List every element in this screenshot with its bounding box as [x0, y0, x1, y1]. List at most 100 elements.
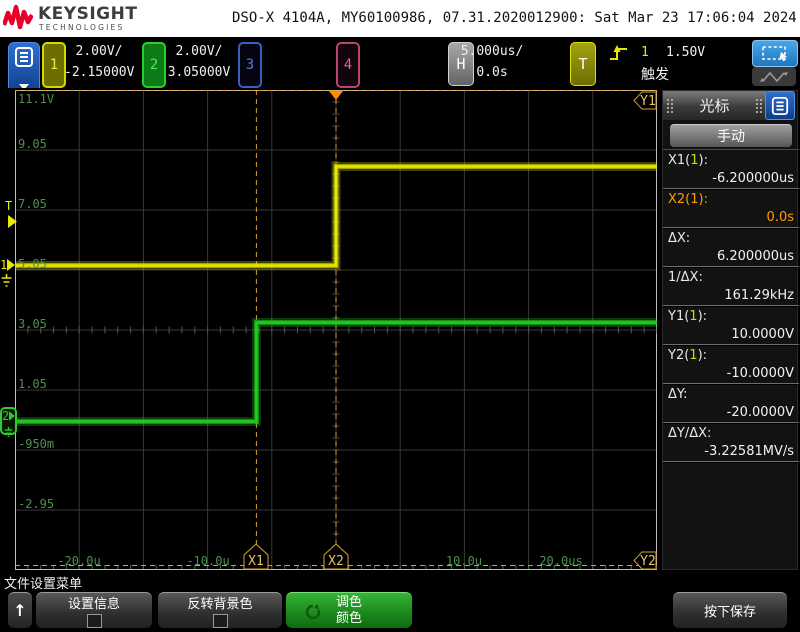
- palette-label: 调色: [336, 595, 362, 611]
- v-axis-label: 9.05: [18, 137, 47, 151]
- channel-2-button[interactable]: 2: [142, 42, 166, 88]
- t-axis-label: 10.0u: [446, 554, 482, 568]
- invert-colors-checkbox[interactable]: [213, 614, 228, 628]
- waveform-draw-button[interactable]: [752, 67, 796, 86]
- channel-1-readout: 2.00V/ -2.15000V: [64, 41, 134, 83]
- channel-3-button[interactable]: 3: [238, 42, 262, 88]
- trigger-level-marker[interactable]: T: [5, 199, 17, 232]
- save-button[interactable]: 按下保存: [673, 592, 787, 628]
- svg-text:X1: X1: [248, 554, 264, 569]
- trigger-label: T: [578, 55, 587, 73]
- channel-2-readout: 2.00V/ 3.05000V: [164, 41, 234, 83]
- touch-zone-select-button[interactable]: [752, 40, 798, 67]
- cursor-row-y2: Y2(1): -10.0000V: [663, 345, 799, 384]
- cursor-menu-button[interactable]: [765, 91, 795, 120]
- channel-2-number: 2: [150, 57, 158, 73]
- cursor-row-label: ΔX:: [668, 231, 794, 246]
- setup-info-checkbox[interactable]: [87, 614, 102, 628]
- up-arrow-icon: ↑: [13, 604, 26, 618]
- zigzag-arrows-icon: [759, 70, 789, 84]
- menu-icon: [771, 97, 789, 115]
- horizontal-readout: 5.000us/ 0.0s: [452, 41, 532, 83]
- cursor-row-label: 1/ΔX:: [668, 270, 794, 285]
- system-title: DSO-X 4104A, MY60100986, 07.31.202001290…: [232, 10, 792, 26]
- cursor-row-dy: ΔY: -20.0000V: [663, 384, 799, 423]
- recycle-icon: [304, 603, 322, 621]
- channel-4-button[interactable]: 4: [336, 42, 360, 88]
- svg-text:Y2: Y2: [640, 554, 656, 569]
- setup-info-button[interactable]: 设置信息: [36, 592, 152, 628]
- cursor-y1-flag[interactable]: Y1: [633, 91, 657, 114]
- channel-4-number: 4: [344, 57, 352, 73]
- v-axis-label: -950m: [18, 437, 54, 451]
- channel-2-offset: 3.05000V: [164, 62, 234, 83]
- timebase-delay: 0.0s: [452, 62, 532, 83]
- v-axis-label: 3.05: [18, 317, 47, 331]
- drag-handle-icon[interactable]: [756, 99, 762, 113]
- t-axis-label: -20.0u: [57, 554, 100, 568]
- trigger-level: 1.50V: [666, 45, 705, 60]
- v-axis-label: 7.05: [18, 197, 47, 211]
- trigger-caption: 触发: [630, 64, 680, 84]
- softkey-bar: 文件设置菜单 ↑ 设置信息 反转背景色 调色 颜色 按下保存: [0, 570, 800, 632]
- rising-edge-icon: [608, 44, 630, 62]
- t-axis-label: 20.0us: [539, 554, 582, 568]
- palette-button[interactable]: 调色 颜色: [286, 592, 412, 628]
- cursor-row-label: ΔY/ΔX:: [668, 426, 794, 441]
- back-button[interactable]: ↑: [8, 592, 32, 628]
- invert-colors-label: 反转背景色: [187, 593, 252, 612]
- cursor-row-label: X2(1):: [668, 192, 794, 207]
- trigger-time-marker: [329, 91, 343, 100]
- waveform-display: 11.1V9.057.055.053.051.05-950m-2.95-20.0…: [0, 88, 662, 572]
- keysight-logo-icon: [3, 3, 33, 33]
- setup-info-label: 设置信息: [68, 593, 120, 612]
- cursor-row-value: -6.200000us: [668, 171, 794, 186]
- cursor-row-label: Y1(1):: [668, 309, 794, 324]
- cursor-row-value: -3.22581MV/s: [668, 444, 794, 459]
- cursor-row-x1: X1(1): -6.200000us: [663, 150, 799, 189]
- cursor-panel-header[interactable]: 光标: [663, 91, 766, 120]
- channel-2-scale: 2.00V/: [164, 41, 234, 62]
- cursor-row-dy-dx: ΔY/ΔX: -3.22581MV/s: [663, 423, 799, 462]
- cursor-row-inv-dx: 1/ΔX: 161.29kHz: [663, 267, 799, 306]
- cursor-row-value: 10.0000V: [668, 327, 794, 342]
- cursor-panel-title: 光标: [699, 95, 729, 116]
- channel-1-button[interactable]: 1: [42, 42, 66, 88]
- t-axis-label: -10.0u: [186, 554, 229, 568]
- v-axis-label: -2.95: [18, 497, 54, 511]
- brand-subtitle: TECHNOLOGIES: [39, 23, 124, 32]
- cursor-readout-list: X1(1): -6.200000usX2(1): 0.0sΔX: 6.20000…: [663, 149, 799, 462]
- cursor-row-label: X1(1):: [668, 153, 794, 168]
- cursor-row-value: -20.0000V: [668, 405, 794, 420]
- softkey-menu-title: 文件设置菜单: [4, 573, 82, 592]
- svg-text:Y1: Y1: [640, 94, 656, 109]
- channel-1-offset: -2.15000V: [64, 62, 134, 83]
- cursor-row-y1: Y1(1): 10.0000V: [663, 306, 799, 345]
- invert-colors-button[interactable]: 反转背景色: [158, 592, 282, 628]
- menu-icon: [14, 47, 34, 67]
- cursor-mode-button[interactable]: 手动: [670, 124, 792, 147]
- drag-handle-icon[interactable]: [667, 99, 673, 113]
- rect-select-icon: [760, 45, 790, 63]
- channel-1-scale: 2.00V/: [64, 41, 134, 62]
- trigger-button[interactable]: T: [570, 42, 596, 86]
- cursor-row-label: ΔY:: [668, 387, 794, 402]
- cursor-row-value: 6.200000us: [668, 249, 794, 264]
- brand-name: KEYSIGHT: [38, 4, 137, 24]
- v-axis-label: 1.05: [18, 377, 47, 391]
- graticule-and-traces: [15, 90, 657, 570]
- brand-bar: KEYSIGHT TECHNOLOGIES DSO-X 4104A, MY601…: [0, 0, 800, 37]
- channel-2-ground-marker[interactable]: 2: [0, 407, 17, 435]
- cursor-row-dx: ΔX: 6.200000us: [663, 228, 799, 267]
- cursor-row-value: 0.0s: [668, 210, 794, 225]
- cursor-row-x2: X2(1): 0.0s: [663, 189, 799, 228]
- cursor-panel: 光标 手动 X1(1): -6.200000usX2(1): 0.0sΔX: 6…: [662, 90, 798, 570]
- cursor-row-value: 161.29kHz: [668, 288, 794, 303]
- cursor-row-label: Y2(1):: [668, 348, 794, 363]
- v-axis-label: 5.05: [18, 257, 47, 271]
- channel-1-ground-marker[interactable]: 1: [0, 258, 15, 291]
- cursor-row-value: -10.0000V: [668, 366, 794, 381]
- trigger-source: 1: [641, 45, 649, 60]
- channel-1-number: 1: [50, 57, 58, 73]
- palette-sublabel: 颜色: [336, 611, 362, 627]
